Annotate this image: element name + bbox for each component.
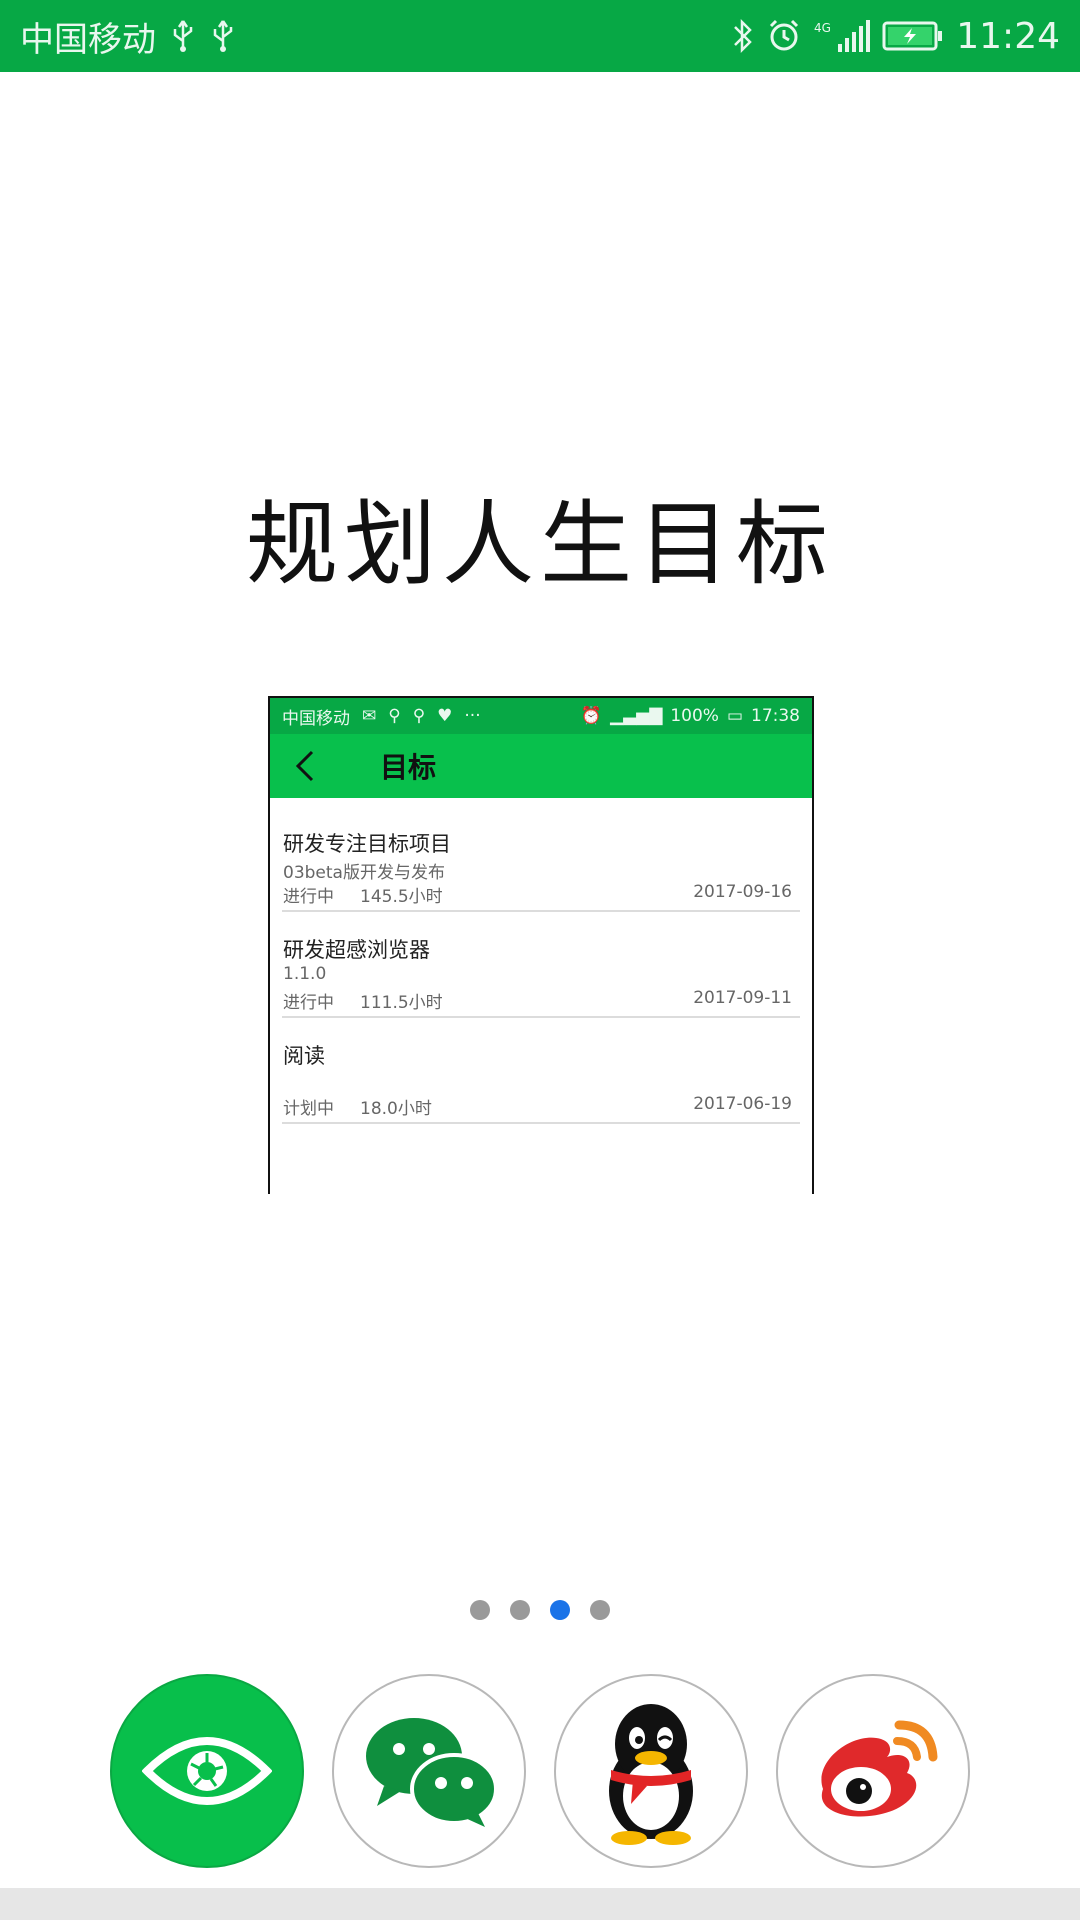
- wechat-login-button[interactable]: [332, 1674, 526, 1868]
- goal-status: 计划中: [283, 1099, 334, 1119]
- app-preview: 中国移动 ✉ ⚲ ⚲ ♥ ··· ⏰ ▁▃▅▇ 100% ▭ 17:38 目标 …: [268, 696, 814, 1194]
- preview-header: 目标: [270, 734, 812, 798]
- preview-battery: 100%: [670, 706, 719, 726]
- goal-item: 研发专注目标项目 03beta版开发与发布 进行中 145.5小时 2017-0…: [282, 806, 800, 912]
- bottom-bar: [0, 1888, 1080, 1920]
- preview-time: 17:38: [751, 706, 800, 726]
- alarm-icon: [766, 18, 802, 54]
- usb-icon: ⚲: [388, 706, 401, 726]
- heart-icon: ♥: [437, 706, 453, 726]
- preview-carrier: 中国移动: [282, 708, 350, 729]
- battery-charging-icon: [882, 20, 944, 52]
- qq-icon: [609, 1704, 693, 1845]
- page-dot[interactable]: [510, 1600, 530, 1620]
- goal-hours: 18.0小时: [360, 1099, 432, 1119]
- battery-icon: ▭: [726, 706, 743, 726]
- goal-hours: 145.5小时: [360, 887, 443, 907]
- status-bar-right: 4G 11:24: [732, 0, 1060, 72]
- page-title: 规划人生目标: [245, 491, 834, 598]
- status-bar-left: 中国移动: [20, 0, 236, 72]
- usb-icon: [210, 19, 236, 53]
- page-dot-active[interactable]: [550, 1600, 570, 1620]
- page-indicator: [0, 1600, 1080, 1620]
- preview-status-bar: 中国移动 ✉ ⚲ ⚲ ♥ ··· ⏰ ▁▃▅▇ 100% ▭ 17:38: [270, 698, 812, 734]
- wechat-icon: [366, 1718, 498, 1827]
- goal-item: 阅读 计划中 18.0小时 2017-06-19: [282, 1018, 800, 1124]
- mail-icon: ✉: [362, 706, 377, 726]
- signal-icon: 4G: [814, 18, 871, 54]
- eye-app-icon: [142, 1737, 272, 1805]
- goal-name: 研发超感浏览器: [283, 938, 430, 962]
- preview-title: 目标: [380, 751, 437, 784]
- goal-name: 研发专注目标项目: [283, 832, 451, 856]
- usb-icon: ⚲: [412, 706, 426, 726]
- more-icon: ···: [464, 706, 481, 726]
- goal-subtitle: 03beta版开发与发布: [283, 863, 445, 883]
- back-icon: [288, 748, 324, 784]
- signal-icon: ▁▃▅▇: [610, 706, 663, 726]
- weibo-icon: [821, 1720, 938, 1817]
- goal-hours: 111.5小时: [360, 993, 443, 1013]
- eye-login-button[interactable]: [110, 1674, 304, 1868]
- weibo-login-button[interactable]: [776, 1674, 970, 1868]
- qq-login-button[interactable]: [554, 1674, 748, 1868]
- clock-time: 11:24: [956, 15, 1060, 57]
- alarm-icon: ⏰: [580, 706, 603, 726]
- goal-status: 进行中: [283, 887, 334, 907]
- goal-subtitle: 1.1.0: [283, 964, 327, 984]
- carrier-name: 中国移动: [20, 19, 156, 60]
- goal-name: 阅读: [283, 1044, 325, 1068]
- goal-date: 2017-09-16: [693, 882, 792, 902]
- page-dot[interactable]: [470, 1600, 490, 1620]
- login-options: [110, 1674, 970, 1868]
- goal-list: 研发专注目标项目 03beta版开发与发布 进行中 145.5小时 2017-0…: [270, 798, 812, 1124]
- bluetooth-icon: [732, 18, 754, 54]
- svg-text:4G: 4G: [814, 21, 831, 35]
- page-dot[interactable]: [590, 1600, 610, 1620]
- goal-status: 进行中: [283, 993, 334, 1013]
- status-bar: 中国移动 4G 11:24: [0, 0, 1080, 72]
- goal-item: 研发超感浏览器 1.1.0 进行中 111.5小时 2017-09-11: [282, 912, 800, 1018]
- usb-icon: [170, 19, 196, 53]
- goal-date: 2017-06-19: [693, 1094, 792, 1114]
- goal-date: 2017-09-11: [693, 988, 792, 1008]
